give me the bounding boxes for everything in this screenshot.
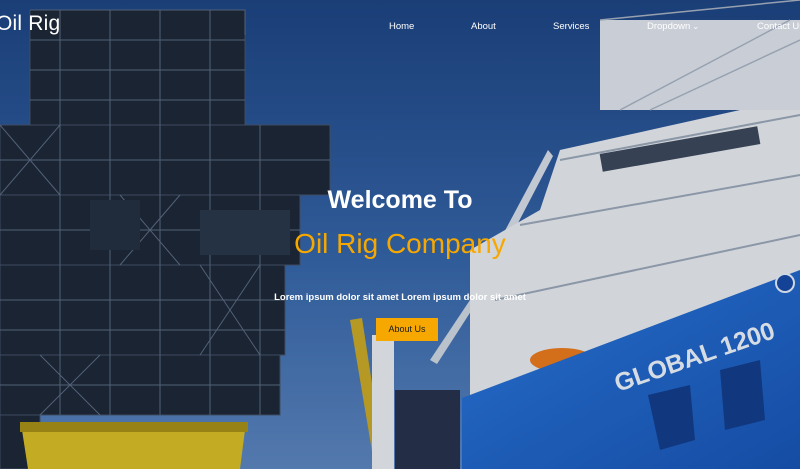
hero-subheading: Oil Rig Company	[294, 228, 506, 259]
nav-item-services[interactable]: Services	[553, 21, 589, 32]
chevron-down-icon: ⌄	[692, 22, 700, 31]
about-us-button[interactable]: About Us	[376, 318, 438, 341]
nav-item-dropdown[interactable]: Dropdown ⌄	[647, 21, 699, 32]
nav-item-dropdown-label: Dropdown	[647, 21, 691, 32]
nav-item-contact[interactable]: Contact Us	[757, 21, 800, 32]
hero-heading: Welcome To	[327, 186, 473, 214]
hero-content: Welcome To Oil Rig Company Lorem ipsum d…	[250, 0, 550, 469]
hero-lead-text: Lorem ipsum dolor sit amet Lorem ipsum d…	[274, 292, 526, 303]
